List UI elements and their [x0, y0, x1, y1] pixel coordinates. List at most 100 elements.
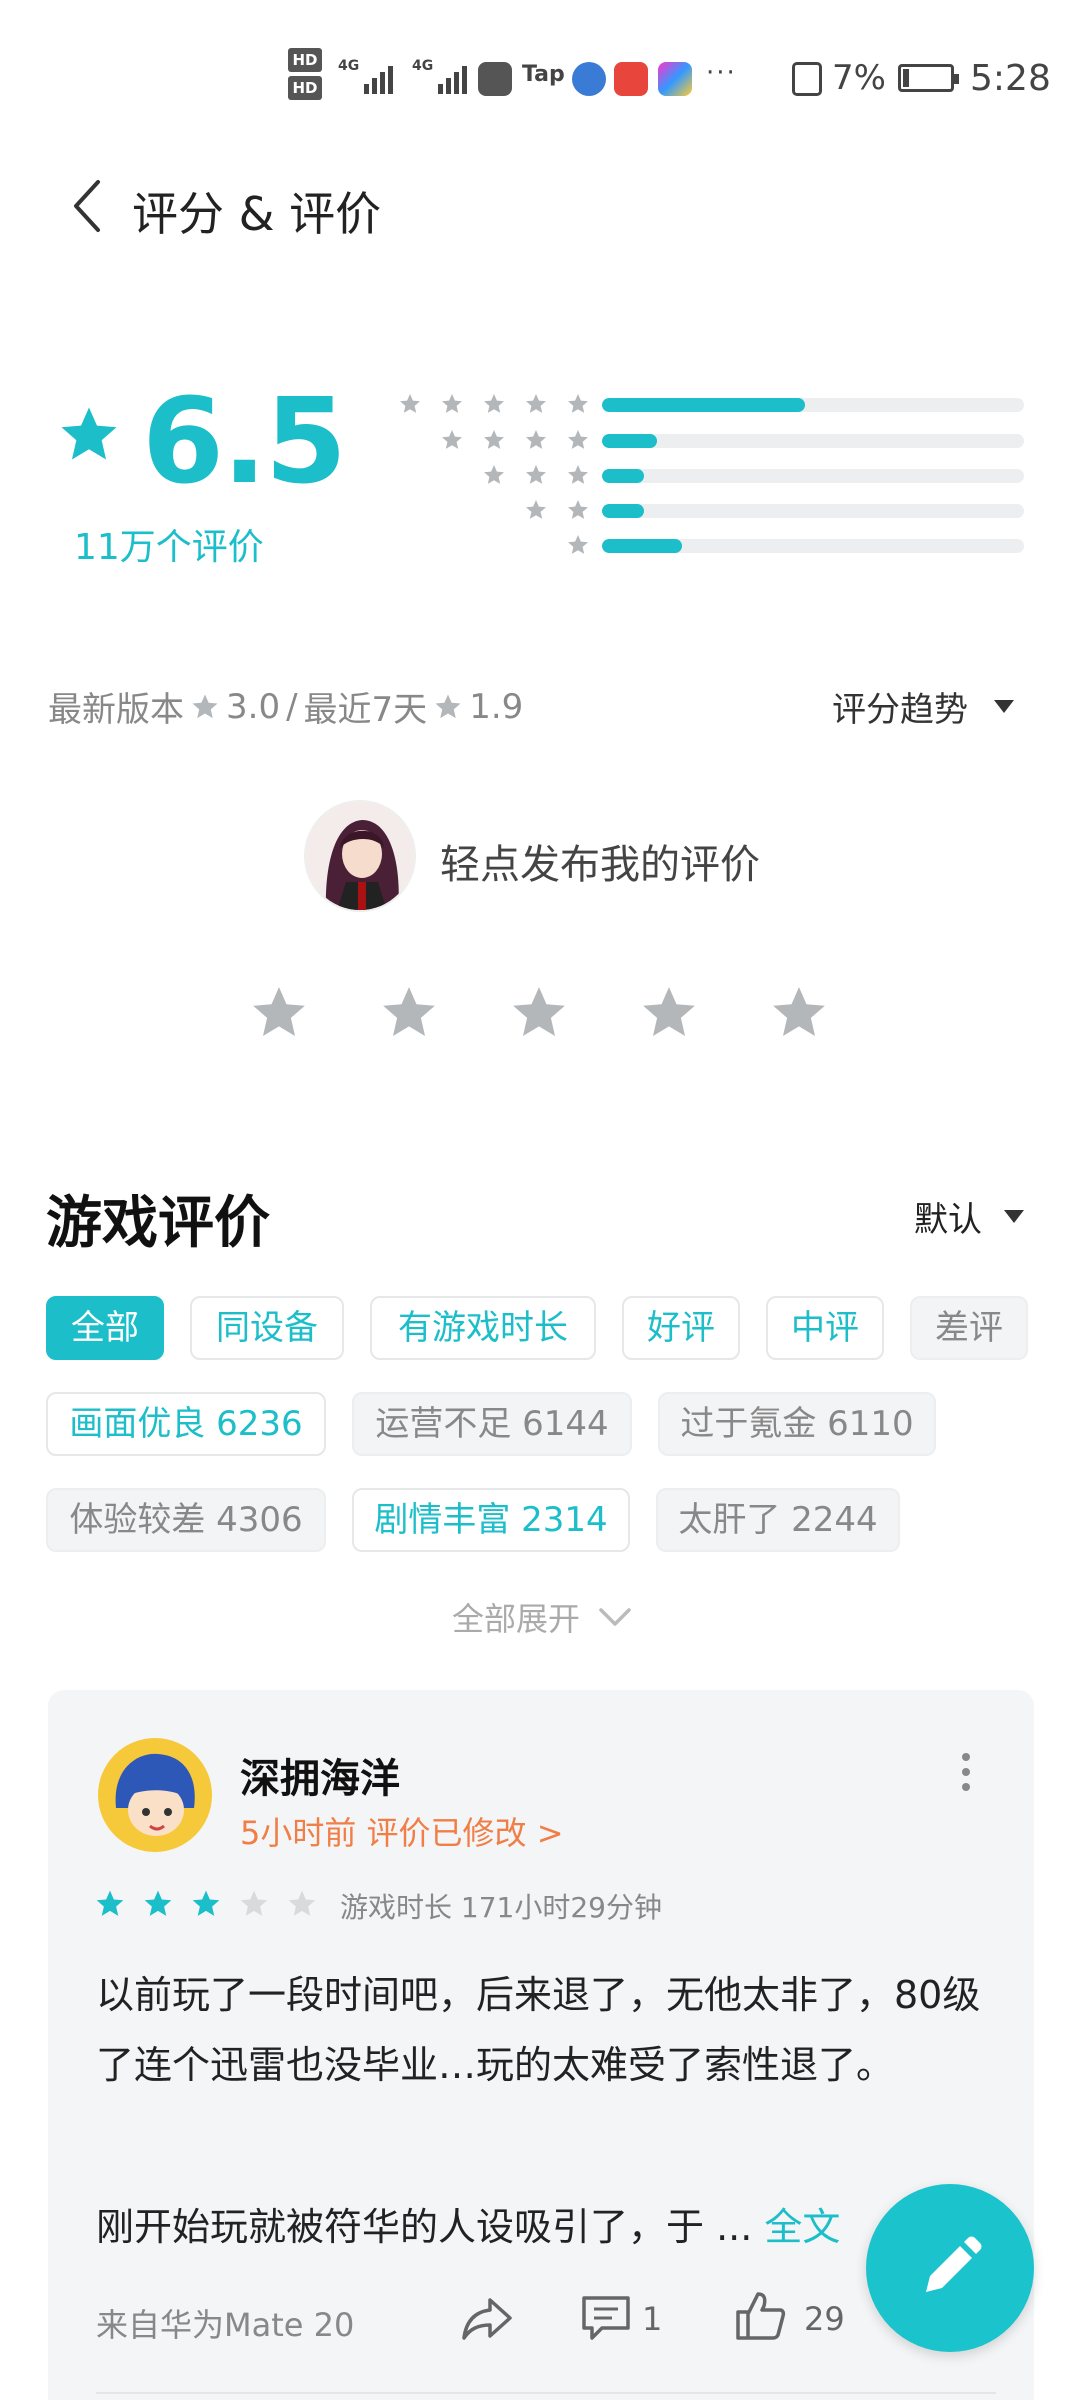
rate-star-5[interactable] [768, 982, 830, 1044]
signal-icon: 4G [338, 58, 394, 94]
chip-same-device[interactable]: 同设备 [190, 1296, 344, 1360]
section-title: 游戏评价 [46, 1191, 270, 1256]
chip-has-playtime[interactable]: 有游戏时长 [370, 1296, 596, 1360]
chevron-down-icon [599, 1608, 631, 1626]
version-score-line: 最新版本 3.0 / 最近7天 1.9 [48, 682, 523, 731]
separator: / [286, 686, 298, 727]
rate-star-1[interactable] [248, 982, 310, 1044]
star-icon [484, 430, 504, 449]
star-icon [526, 500, 546, 519]
sort-dropdown[interactable]: 默认 [914, 1192, 1024, 1241]
distribution-row-2 [380, 498, 1030, 522]
trend-label: 评分趋势 [832, 690, 968, 730]
dropdown-arrow-icon [1004, 1210, 1024, 1223]
chip-positive[interactable]: 好评 [622, 1296, 740, 1360]
star-icon [568, 535, 588, 554]
review-body-continued: 刚开始玩就被符华的人设吸引了，于 ... 全文 [96, 2196, 840, 2251]
filled-star-icon [192, 1890, 220, 1916]
device-label: 来自华为Mate 20 [96, 2306, 355, 2344]
star-icon [442, 430, 462, 449]
star-icon [568, 465, 588, 484]
hd2-label: HD [288, 76, 322, 100]
huawei-icon [614, 62, 648, 96]
empty-star-icon [288, 1890, 316, 1916]
latest-version-label: 最新版本 [48, 690, 184, 730]
like-count: 29 [804, 2300, 845, 2338]
comment-icon[interactable] [580, 2294, 632, 2342]
distribution-bar-track [602, 539, 1024, 553]
clock: 5:28 [970, 58, 1051, 99]
star-icon [526, 394, 546, 413]
huawei-store-icon [478, 62, 512, 96]
star-icon [526, 465, 546, 484]
distribution-bar-fill [602, 539, 683, 553]
rate-star-3[interactable] [508, 982, 570, 1044]
status-bar: HD HD 4G 4G Tap ··· 7% 5:28 [0, 0, 1080, 150]
distribution-stars [524, 498, 590, 522]
back-arrow-icon[interactable] [66, 176, 110, 236]
chip-all[interactable]: 全部 [46, 1296, 164, 1360]
pencil-icon [926, 2236, 982, 2292]
review-rating [94, 1888, 318, 1920]
recent-score: 1.9 [469, 686, 524, 727]
star-icon [568, 500, 588, 519]
star-icon [435, 694, 461, 718]
rate-stars [248, 982, 830, 1044]
tag-chip[interactable]: 画面优良 6236 [46, 1392, 326, 1456]
star-icon [568, 430, 588, 449]
tag-chip[interactable]: 太肝了 2244 [656, 1488, 900, 1552]
star-icon [400, 394, 420, 413]
thumbs-up-icon[interactable] [734, 2290, 786, 2342]
distribution-bar-fill [602, 504, 645, 518]
distribution-stars [566, 533, 590, 557]
vibrate-icon [792, 62, 822, 96]
recent-label: 最近7天 [303, 690, 428, 730]
distribution-row-1 [380, 533, 1030, 557]
reviewer-avatar[interactable] [98, 1738, 212, 1852]
chip-negative[interactable]: 差评 [910, 1296, 1028, 1360]
star-icon [192, 694, 218, 718]
chip-neutral[interactable]: 中评 [766, 1296, 884, 1360]
read-more-link[interactable]: 全文 [764, 2205, 840, 2249]
hd-badge: HD HD [288, 48, 322, 104]
tag-chip[interactable]: 运营不足 6144 [352, 1392, 632, 1456]
filled-star-icon [96, 1890, 124, 1916]
hd1-label: HD [288, 48, 322, 72]
post-review-prompt[interactable]: 轻点发布我的评价 [440, 832, 760, 890]
distribution-bar-track [602, 469, 1024, 483]
expand-all-button[interactable]: 全部展开 [452, 1594, 632, 1640]
browser-icon [572, 62, 606, 96]
star-icon [526, 430, 546, 449]
rating-trend-dropdown[interactable]: 评分趋势 [832, 682, 1014, 731]
battery-icon [898, 64, 959, 92]
tag-chip[interactable]: 过于氪金 6110 [658, 1392, 936, 1456]
distribution-bar-fill [602, 469, 645, 483]
game-app-icon [658, 62, 692, 96]
share-icon[interactable] [460, 2294, 514, 2342]
star-icon [568, 394, 588, 413]
star-icon [61, 407, 117, 460]
divider [96, 2392, 996, 2394]
distribution-row-3 [380, 463, 1030, 487]
review-time[interactable]: 5小时前 评价已修改 > [240, 1808, 564, 1854]
average-score: 6.5 [142, 372, 347, 510]
reviewer-name[interactable]: 深拥海洋 [240, 1746, 400, 1804]
more-options-icon[interactable] [958, 1752, 974, 1792]
distribution-stars [440, 428, 590, 452]
my-avatar[interactable] [304, 800, 416, 912]
network-label: 4G [338, 58, 360, 74]
distribution-row-4 [380, 428, 1030, 452]
tag-chip[interactable]: 体验较差 4306 [46, 1488, 326, 1552]
distribution-bar-track [602, 504, 1024, 518]
comment-count: 1 [642, 2300, 663, 2338]
latest-version-score: 3.0 [226, 686, 281, 727]
battery-percent: 7% [832, 58, 886, 98]
tag-chip[interactable]: 剧情丰富 2314 [352, 1488, 630, 1552]
rate-star-4[interactable] [638, 982, 700, 1044]
write-review-button[interactable] [866, 2184, 1034, 2352]
distribution-stars [398, 392, 590, 416]
empty-star-icon [240, 1890, 268, 1916]
rate-star-2[interactable] [378, 982, 440, 1044]
distribution-bar-fill [602, 398, 805, 412]
distribution-bar-fill [602, 434, 657, 448]
